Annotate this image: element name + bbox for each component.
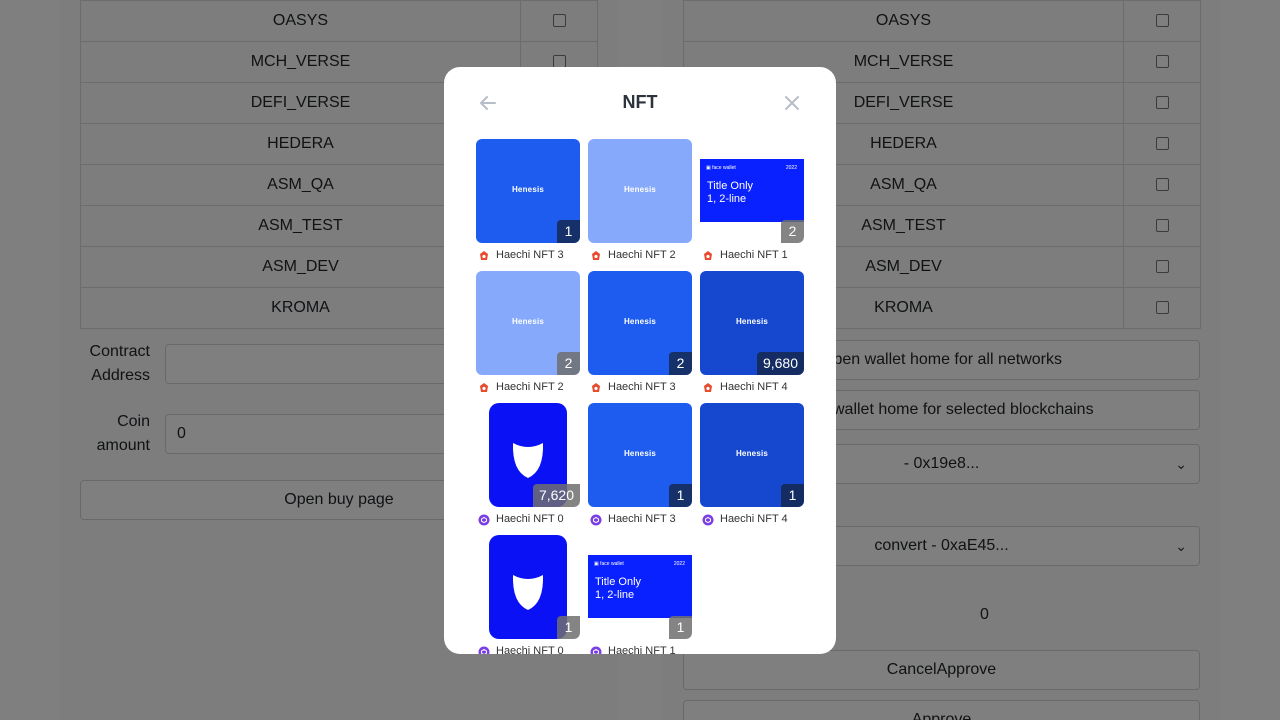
nft-thumbnail: Henesis 1	[588, 403, 692, 507]
henesis-logo: Henesis	[735, 449, 769, 458]
nft-caption: Haechi NFT 3	[588, 513, 698, 527]
henesis-logo: Henesis	[623, 317, 657, 326]
nft-modal: NFT Henesis 1 Haechi NFT 3 Henesis Haechi NF…	[444, 67, 836, 654]
nft-caption: Haechi NFT 0	[476, 645, 586, 654]
nft-count-badge: 1	[781, 484, 804, 507]
nft-caption: Haechi NFT 4	[700, 381, 810, 395]
network-red-icon	[480, 251, 488, 260]
nft-name: Haechi NFT 0	[496, 513, 564, 525]
nft-count-badge: 2	[669, 352, 692, 375]
nft-card[interactable]: Henesis 1 Haechi NFT 3	[588, 403, 692, 529]
nft-name: Haechi NFT 0	[496, 645, 564, 654]
nft-card[interactable]: Henesis 9,680 Haechi NFT 4	[700, 271, 804, 397]
banner-year: 2022	[673, 561, 685, 567]
network-purple-icon	[590, 646, 602, 654]
nft-count-badge: 1	[669, 484, 692, 507]
nft-card[interactable]: Henesis 2 Haechi NFT 2	[476, 271, 580, 397]
nft-name: Haechi NFT 2	[496, 381, 564, 393]
face-wallet-banner: ▣ face wallet 2022 Title Only 1, 2-line	[700, 159, 804, 222]
nft-count-badge: 7,620	[532, 484, 580, 507]
nft-card[interactable]: 1 Haechi NFT 0	[476, 535, 580, 654]
nft-count-badge: 2	[557, 352, 580, 375]
banner-title: Title Only 1, 2-line	[707, 180, 754, 205]
network-purple-icon	[702, 514, 714, 526]
nft-caption: Haechi NFT 2	[588, 249, 698, 263]
nft-card[interactable]: ▣ face wallet 2022 Title Only 1, 2-line 1 Ha…	[588, 535, 692, 654]
network-red-icon	[480, 383, 488, 392]
nft-name: Haechi NFT 4	[720, 513, 788, 525]
network-red-icon	[704, 383, 712, 392]
nft-name: Haechi NFT 1	[608, 645, 676, 654]
network-purple-icon	[478, 646, 490, 654]
modal-title: NFT	[622, 92, 658, 112]
nft-caption: Haechi NFT 1	[700, 249, 810, 263]
network-red-icon	[592, 251, 600, 260]
nft-thumbnail: Henesis 1	[700, 403, 804, 507]
nft-count-badge: 1	[557, 220, 580, 243]
nft-name: Haechi NFT 4	[720, 381, 788, 393]
nft-caption: Haechi NFT 4	[700, 513, 810, 527]
nft-card[interactable]: ▣ face wallet 2022 Title Only 1, 2-line 2 Ha…	[700, 139, 804, 265]
nft-caption: Haechi NFT 3	[476, 249, 586, 263]
face-wallet-banner: ▣ face wallet 2022 Title Only 1, 2-line	[588, 555, 692, 618]
henesis-logo: Henesis	[735, 317, 769, 326]
nft-name: Haechi NFT 3	[496, 249, 564, 261]
nft-caption: Haechi NFT 2	[476, 381, 586, 395]
nft-name: Haechi NFT 3	[608, 381, 676, 393]
banner-title: Title Only 1, 2-line	[595, 576, 642, 601]
nft-name: Haechi NFT 3	[608, 513, 676, 525]
banner-year: 2022	[785, 165, 797, 171]
nft-card[interactable]: Henesis Haechi NFT 2	[588, 139, 692, 265]
nft-name: Haechi NFT 2	[608, 249, 676, 261]
nft-count-badge: 2	[781, 220, 804, 243]
nft-caption: Haechi NFT 0	[476, 513, 586, 527]
nft-thumbnail: Henesis 1	[476, 139, 580, 243]
nft-thumbnail: Henesis 2	[588, 271, 692, 375]
nft-thumbnail: ▣ face wallet 2022 Title Only 1, 2-line 2	[700, 139, 804, 243]
nft-card[interactable]: Henesis 1 Haechi NFT 4	[700, 403, 804, 529]
nft-thumbnail: 1	[476, 535, 580, 639]
banner-brand: ▣ face wallet	[706, 165, 736, 171]
network-purple-icon	[478, 514, 490, 526]
modal-header: NFT	[444, 67, 836, 139]
nft-caption: Haechi NFT 1	[588, 645, 698, 654]
banner-brand: ▣ face wallet	[594, 561, 624, 567]
nft-count-badge: 1	[557, 616, 580, 639]
nft-card[interactable]: Henesis 1 Haechi NFT 3	[476, 139, 580, 265]
nft-caption: Haechi NFT 3	[588, 381, 698, 395]
nft-thumbnail: Henesis 2	[476, 271, 580, 375]
network-red-icon	[592, 383, 600, 392]
nft-thumbnail: Henesis 9,680	[700, 271, 804, 375]
network-red-icon	[704, 251, 712, 260]
nft-thumbnail: ▣ face wallet 2022 Title Only 1, 2-line 1	[588, 535, 692, 639]
nft-count-badge: 9,680	[756, 352, 804, 375]
henesis-logo: Henesis	[511, 317, 545, 326]
nft-thumbnail: 7,620	[476, 403, 580, 507]
henesis-logo: Henesis	[623, 449, 657, 458]
henesis-logo: Henesis	[623, 185, 657, 194]
nft-thumbnail: Henesis	[588, 139, 692, 243]
close-icon[interactable]	[780, 91, 804, 115]
nft-count-badge: 1	[669, 616, 692, 639]
nft-name: Haechi NFT 1	[720, 249, 788, 261]
henesis-logo: Henesis	[511, 185, 545, 194]
network-purple-icon	[590, 514, 602, 526]
nft-card[interactable]: 7,620 Haechi NFT 0	[476, 403, 580, 529]
nft-card[interactable]: Henesis 2 Haechi NFT 3	[588, 271, 692, 397]
